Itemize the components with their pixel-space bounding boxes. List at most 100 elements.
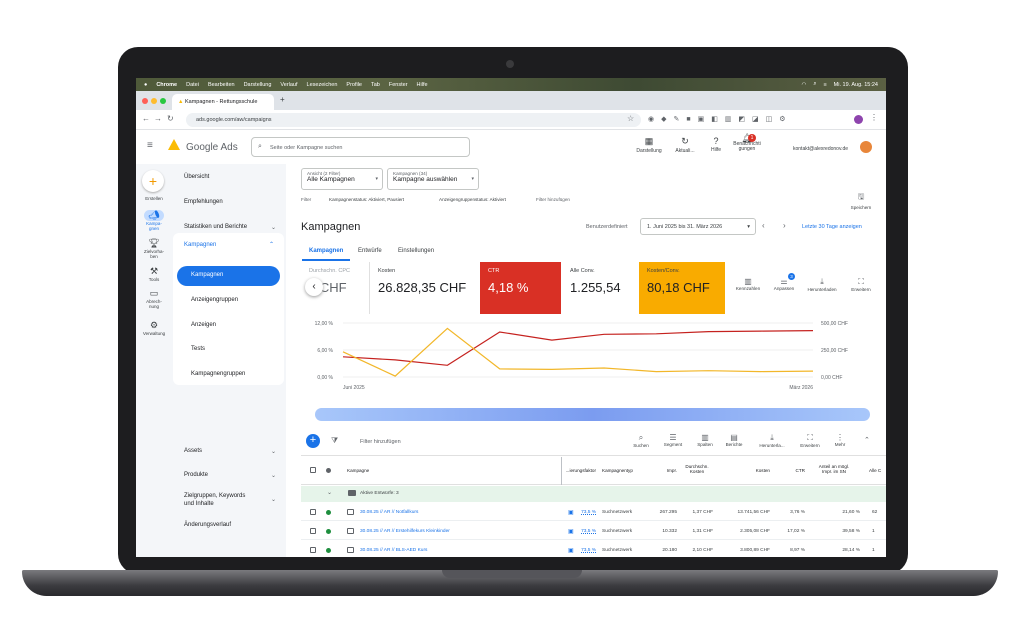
wifi-icon[interactable]: ◠ [802, 82, 807, 88]
filter-icon[interactable]: ⧩ [331, 436, 338, 446]
bookmark-star-icon[interactable]: ☆ [627, 114, 634, 123]
expand-button[interactable]: ⛶ Erweitern [845, 277, 877, 292]
close-window-icon[interactable] [142, 98, 148, 104]
profile-avatar[interactable] [854, 115, 863, 124]
menu-item[interactable]: Profile [346, 82, 362, 88]
subnav-tests[interactable]: Tests [191, 346, 205, 352]
extensions-icon[interactable]: ◉◆✎■▣◧▥◩◪◫⚙ [648, 115, 793, 123]
subnav-adgroups[interactable]: Anzeigengruppen [191, 297, 238, 303]
rail-goals[interactable]: 🏆︎ Zielvorha- ben [136, 238, 172, 259]
google-ads-logo[interactable]: Google Ads [186, 142, 238, 153]
date-range-slider[interactable] [315, 408, 870, 421]
back-icon[interactable]: ← [142, 114, 150, 123]
collapse-icon[interactable]: ⌃ [864, 436, 870, 444]
reload-icon[interactable]: ↻ [167, 114, 174, 123]
chevron-down-icon[interactable]: ⌄ [271, 224, 276, 231]
nav-change-history[interactable]: Änderungsverlauf [184, 522, 231, 528]
nav-products[interactable]: Produkte [184, 472, 208, 478]
rail-campaigns[interactable]: 📣︎ Kampa- gnen [136, 210, 172, 231]
subnav-campaigns[interactable]: Kampagnen [177, 266, 280, 286]
campaign-selector[interactable]: Kampagnen (34) Kampagne auswählen ▾ [387, 168, 479, 190]
save-button[interactable]: 🖫︎ Speichern [845, 191, 877, 210]
prev-period-icon[interactable]: ‹ [762, 221, 765, 230]
create-plus-icon[interactable]: + [142, 170, 164, 192]
chevron-down-icon[interactable]: ⌄ [271, 448, 276, 455]
refresh-button[interactable]: ↻ Aktuali... [668, 136, 702, 154]
carousel-prev-icon[interactable]: ‹ [305, 278, 323, 296]
rail-tools[interactable]: ⚒ Tools [136, 266, 172, 282]
columns-button[interactable]: ▥ Spalten [689, 433, 721, 447]
col-type[interactable]: Kampagnentyp [602, 468, 633, 473]
add-filter-link[interactable]: Filter hinzufügen [536, 197, 570, 202]
download-button[interactable]: ⤓ Herunterladen [806, 277, 838, 292]
metric-card-ctr[interactable]: CTR 4,18 % [480, 262, 561, 314]
col-avg-cost[interactable]: Durchschn. Kosten [681, 464, 713, 474]
adjust-button[interactable]: ⚌ Anpassen [768, 277, 800, 291]
tab-drafts[interactable]: Entwürfe [358, 248, 382, 254]
col-impressions[interactable]: Impr. [649, 468, 677, 473]
tab-campaigns[interactable]: Kampagnen [309, 248, 343, 254]
metric-card-conversions[interactable]: Alle Conv. 1.255,54 [562, 262, 638, 314]
col-impr-share[interactable]: Anteil an mögl. Impr. im SN [808, 464, 860, 474]
help-button[interactable]: ? Hilfe [699, 136, 733, 153]
metric-card-cost-per-conv[interactable]: Kosten/Conv. 80,18 CHF [639, 262, 725, 314]
table-search-button[interactable]: ⌕ Suchen [625, 433, 657, 448]
col-campaign[interactable]: Kampagne [347, 468, 369, 473]
apple-icon[interactable]: ● [144, 82, 147, 88]
status-enabled-icon[interactable] [326, 548, 331, 553]
row-checkbox[interactable] [310, 547, 316, 553]
menu-item[interactable]: Bearbeiten [208, 82, 235, 88]
table-expand-button[interactable]: ⛶ Erweitern [794, 433, 826, 448]
control-center-icon[interactable]: ≡ [823, 82, 826, 88]
menu-item[interactable]: Fenster [389, 82, 408, 88]
menu-item[interactable]: Lesezeichen [307, 82, 338, 88]
tab-settings[interactable]: Einstellungen [398, 248, 434, 254]
factor-link[interactable]: 73,5 % [577, 529, 596, 534]
menu-item[interactable]: Hilfe [417, 82, 428, 88]
campaign-name-link[interactable]: 30.08.25 // AR // Erstehilfekurs Kleinki… [360, 529, 450, 534]
url-input[interactable]: ads.google.com/aw/campaigns [186, 113, 641, 127]
subnav-campaign-groups[interactable]: Kampagnengruppen [191, 371, 245, 377]
menu-item[interactable]: Darstellung [244, 82, 272, 88]
status-enabled-icon[interactable] [326, 510, 331, 515]
browser-menu-icon[interactable]: ⋮ [870, 113, 878, 122]
segment-button[interactable]: ☰ Segment [657, 433, 689, 447]
campaign-name-link[interactable]: 30.08.25 // AR // Notfallkurs [360, 510, 418, 515]
more-button[interactable]: ⋮ Mehr [824, 433, 856, 447]
col-cost[interactable]: Kosten [726, 468, 770, 473]
clock[interactable]: Mi. 19. Aug. 15:24 [834, 82, 878, 88]
metrics-button[interactable]: ▥ Kennzahlen [732, 277, 764, 291]
rail-billing[interactable]: ▭ Abrech- nung [136, 288, 172, 309]
chevron-down-icon[interactable]: ⌄ [271, 496, 276, 503]
notifications-button[interactable]: 🔔︎ Benachrichti gungen [730, 134, 764, 152]
forward-icon[interactable]: → [154, 114, 162, 123]
appearance-button[interactable]: ▦ Darstellung [632, 136, 666, 154]
factor-link[interactable]: 73,5 % [577, 548, 596, 553]
chevron-down-icon[interactable]: ⌄ [271, 472, 276, 479]
col-factor[interactable]: ...ierungsfaktor [560, 468, 596, 473]
browser-tab[interactable]: ▲ Kampagnen - Rettungsschule [172, 94, 274, 110]
nav-campaigns[interactable]: Kampagnen [184, 242, 216, 248]
factor-link[interactable]: 73,5 % [577, 510, 596, 515]
row-checkbox[interactable] [310, 509, 316, 515]
search-icon[interactable]: ⌕ [813, 81, 816, 88]
menu-item[interactable]: Datei [186, 82, 199, 88]
nav-overview[interactable]: Übersicht [184, 174, 209, 180]
account-email[interactable]: kontakt@alexredonov.de [793, 146, 848, 152]
nav-recommendations[interactable]: Empfehlungen [184, 199, 223, 205]
zoom-window-icon[interactable] [160, 98, 166, 104]
next-period-icon[interactable]: › [783, 221, 786, 230]
table-add-filter[interactable]: Filter hinzufügen [360, 439, 401, 445]
menu-app[interactable]: Chrome [156, 82, 177, 88]
nav-assets[interactable]: Assets [184, 448, 202, 454]
menu-item[interactable]: Tab [371, 82, 380, 88]
new-tab-button[interactable]: + [280, 95, 285, 104]
status-header-icon[interactable] [326, 468, 331, 473]
nav-stats[interactable]: Statistiken und Berichte [184, 224, 247, 230]
rail-create[interactable]: Erstellen [136, 196, 172, 201]
select-all-checkbox[interactable] [310, 467, 316, 473]
table-download-button[interactable]: ⤓ Herunterla... [756, 433, 788, 448]
chevron-up-icon[interactable]: ⌃ [269, 241, 274, 248]
nav-audiences[interactable]: Zielgruppen, Keywords und Inhalte [184, 492, 245, 508]
row-checkbox[interactable] [310, 528, 316, 534]
